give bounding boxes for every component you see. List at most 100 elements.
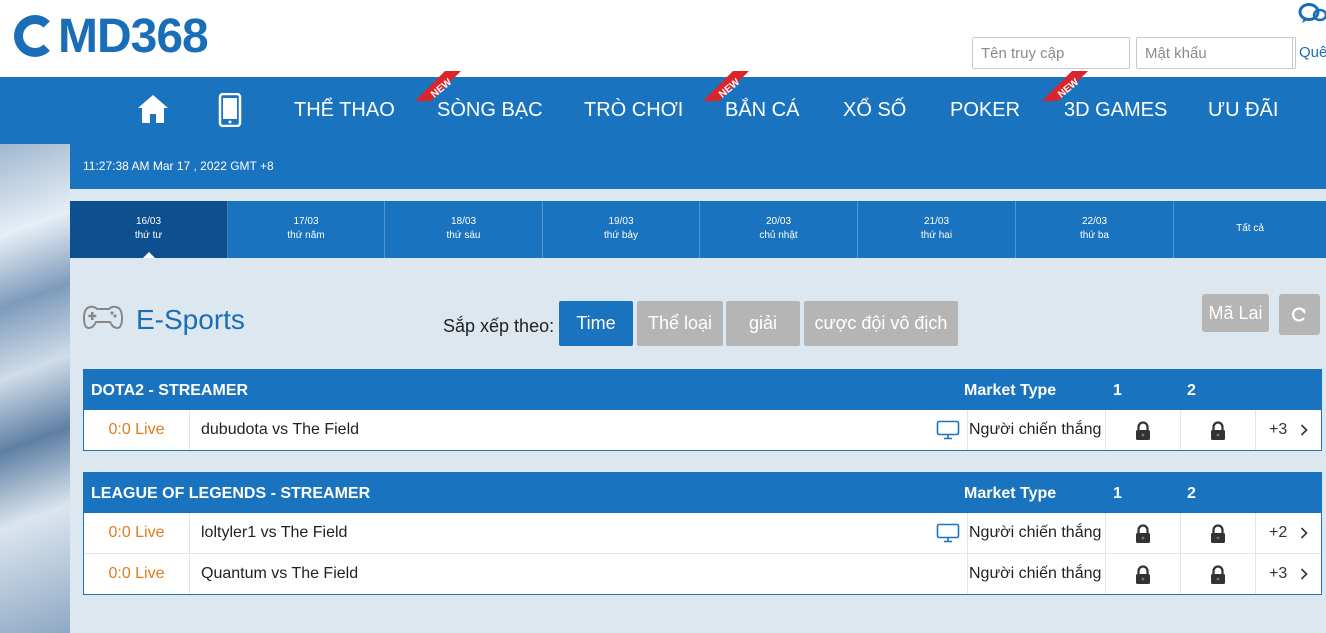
more-markets-button[interactable]: +2 <box>1256 513 1320 553</box>
chevron-right-icon <box>1300 568 1308 580</box>
clock-bar: 11:27:38 AM Mar 17 , 2022 GMT +8 <box>70 144 1326 189</box>
nav-item-3d-games[interactable]: NEW 3D GAMES <box>1040 71 1168 144</box>
date-tab-all[interactable]: Tất cả <box>1174 201 1326 258</box>
date-label: 18/03 <box>450 216 477 227</box>
more-markets-button[interactable]: +3 <box>1256 410 1320 450</box>
refresh-icon <box>1292 307 1306 322</box>
date-tab-20-03[interactable]: 20/03 chủ nhật <box>700 201 858 258</box>
chevron-right-icon <box>1300 424 1308 436</box>
gamepad-icon <box>82 305 124 330</box>
col-1-header: 1 <box>1113 382 1122 399</box>
nav-label: POKER <box>950 99 1021 121</box>
refresh-button[interactable] <box>1279 294 1320 335</box>
username-input[interactable] <box>972 37 1130 69</box>
nav-item-ban-ca[interactable]: NEW BẮN CÁ <box>701 71 800 144</box>
home-icon[interactable] <box>136 93 170 125</box>
sort-outright-button[interactable]: cược đội vô địch <box>804 301 958 346</box>
more-markets-count: +3 <box>1269 565 1288 582</box>
league-dota2-streamer: DOTA2 - STREAMER Market Type 1 2 0:0 Liv… <box>83 369 1322 451</box>
col-2-header: 2 <box>1187 382 1196 399</box>
nav-label: SÒNG BẠC <box>437 99 543 121</box>
more-markets-button[interactable]: +3 <box>1256 554 1320 594</box>
live-score: 0:0 Live <box>84 410 190 450</box>
date-tab-21-03[interactable]: 21/03 thứ hai <box>858 201 1016 258</box>
match-teams[interactable]: dubudota vs The Field <box>201 410 359 450</box>
odds-home-locked[interactable] <box>1105 410 1181 450</box>
date-label: 20/03 <box>765 216 792 227</box>
mobile-icon[interactable] <box>218 93 242 127</box>
main-content: 11:27:38 AM Mar 17 , 2022 GMT +8 16/03 t… <box>70 144 1326 633</box>
odds-format-malay-button[interactable]: Mã Lai <box>1202 294 1269 332</box>
live-stream-icon[interactable] <box>936 420 960 440</box>
lock-icon <box>1211 565 1225 584</box>
new-badge-text: NEW <box>717 77 742 101</box>
market-type-header: Market Type <box>964 382 1057 399</box>
market-type-header: Market Type <box>964 485 1057 502</box>
lock-icon <box>1136 565 1150 584</box>
nav-item-the-thao[interactable]: THỂ THAO <box>294 77 395 144</box>
date-tab-18-03[interactable]: 18/03 thứ sáu <box>385 201 543 258</box>
odds-away-locked[interactable] <box>1180 513 1256 553</box>
date-tab-17-03[interactable]: 17/03 thứ năm <box>228 201 385 258</box>
nav-item-xo-so[interactable]: XỔ SỐ <box>843 77 906 144</box>
logo-c-mark <box>14 15 56 57</box>
match-row[interactable]: 0:0 Live dubudota vs The Field Người chi… <box>84 410 1321 450</box>
sort-time-button[interactable]: Time <box>559 301 633 346</box>
site-header: MD368 Quên <box>0 0 1326 77</box>
date-label: 22/03 <box>1081 216 1108 227</box>
match-teams[interactable]: Quantum vs The Field <box>201 554 358 594</box>
lock-icon <box>1211 524 1225 543</box>
side-banner-art <box>0 144 70 633</box>
date-tab-16-03[interactable]: 16/03 thứ tư <box>70 201 228 258</box>
new-badge-text: NEW <box>1056 77 1081 101</box>
market-type: Người chiến thắng <box>967 554 1106 594</box>
date-tab-22-03[interactable]: 22/03 thứ ba <box>1016 201 1174 258</box>
chevron-right-icon <box>1300 527 1308 539</box>
date-tab-19-03[interactable]: 19/03 thứ bảy <box>543 201 700 258</box>
league-header: DOTA2 - STREAMER Market Type 1 2 <box>84 370 1321 410</box>
site-logo[interactable]: MD368 <box>14 8 209 64</box>
nav-label: 3D GAMES <box>1064 99 1168 121</box>
weekday-label: thứ sáu <box>446 230 481 241</box>
odds-away-locked[interactable] <box>1180 554 1256 594</box>
password-input[interactable] <box>1136 37 1296 69</box>
logo-text: MD368 <box>58 9 209 63</box>
match-row[interactable]: 0:0 Live loltyler1 vs The Field Người ch… <box>84 513 1321 553</box>
odds-away-locked[interactable] <box>1180 410 1256 450</box>
match-row[interactable]: 0:0 Live Quantum vs The Field Người chiế… <box>84 553 1321 594</box>
date-label: 17/03 <box>293 216 319 227</box>
nav-label: THỂ THAO <box>294 99 395 121</box>
market-type: Người chiến thắng <box>967 410 1106 450</box>
chat-icon[interactable] <box>1298 2 1326 26</box>
col-2-header: 2 <box>1187 485 1196 502</box>
date-tabs: 16/03 thứ tư 17/03 thứ năm 18/03 thứ sáu… <box>70 201 1326 258</box>
live-stream-icon[interactable] <box>936 523 960 543</box>
date-label: 19/03 <box>608 216 634 227</box>
more-markets-count: +2 <box>1269 524 1288 541</box>
live-score: 0:0 Live <box>84 554 190 594</box>
nav-label: BẮN CÁ <box>725 99 800 121</box>
date-label: 16/03 <box>135 216 162 227</box>
server-clock: 11:27:38 AM Mar 17 , 2022 GMT +8 <box>83 159 274 173</box>
match-teams[interactable]: loltyler1 vs The Field <box>201 513 347 553</box>
odds-home-locked[interactable] <box>1105 554 1181 594</box>
more-markets-count: +3 <box>1269 421 1288 438</box>
sort-league-button[interactable]: giải <box>726 301 800 346</box>
sort-category-button[interactable]: Thể loại <box>637 301 723 346</box>
section-title: E-Sports <box>136 304 245 335</box>
weekday-label: thứ ba <box>1080 230 1109 241</box>
weekday-label: thứ năm <box>287 230 325 241</box>
lock-icon <box>1211 421 1225 440</box>
odds-home-locked[interactable] <box>1105 513 1181 553</box>
weekday-label: thứ hai <box>920 230 953 241</box>
nav-label: ƯU ĐÃI <box>1208 99 1279 121</box>
nav-item-tro-choi[interactable]: TRÒ CHƠI <box>584 77 683 144</box>
weekday-label: thứ bảy <box>604 230 638 241</box>
col-1-header: 1 <box>1113 485 1122 502</box>
nav-item-uu-dai[interactable]: ƯU ĐÃI <box>1208 77 1278 144</box>
forgot-password-link[interactable]: Quên <box>1292 37 1326 69</box>
active-caret-icon <box>142 252 155 258</box>
league-name: DOTA2 - STREAMER <box>91 382 249 399</box>
nav-item-poker[interactable]: POKER <box>950 77 1020 144</box>
nav-item-song-bac[interactable]: NEW SÒNG BẠC <box>413 71 543 144</box>
